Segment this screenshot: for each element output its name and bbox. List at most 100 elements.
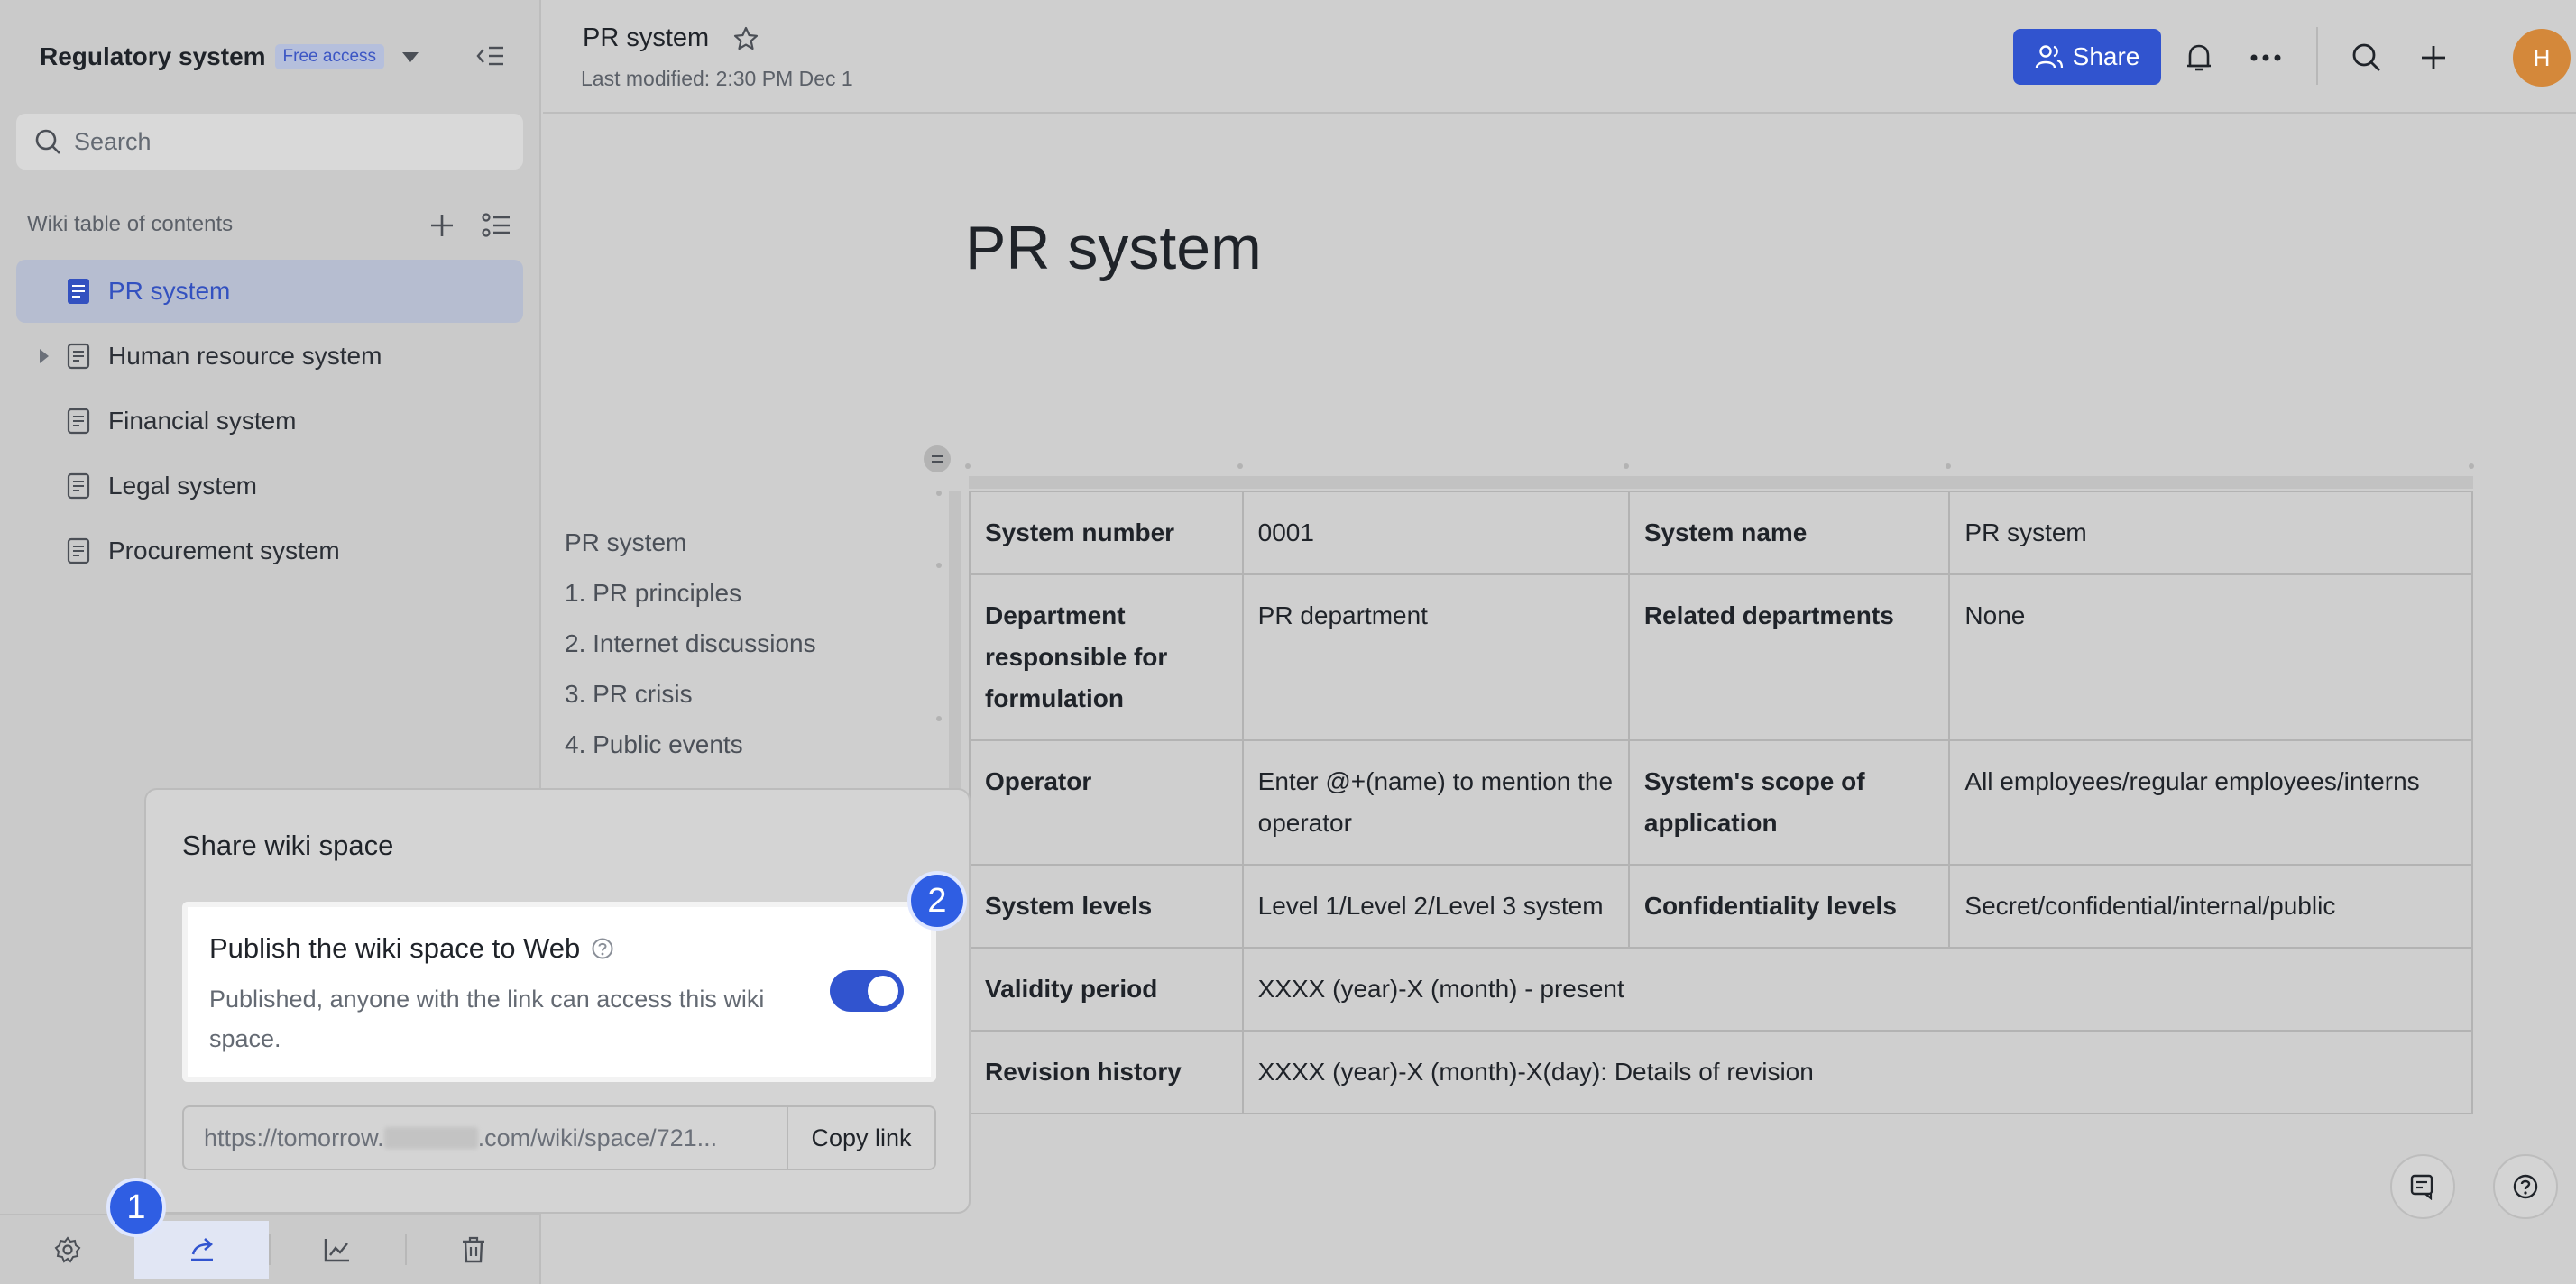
document-outline: PR system 1. PR principles 2. Internet d… [565, 525, 816, 777]
table-cell[interactable]: None [1948, 573, 2473, 741]
table-cell[interactable]: XXXX (year)-X (month) - present [1241, 947, 2474, 1032]
column-insert-dot[interactable] [1946, 463, 1951, 469]
tree-item-human-resource-system[interactable]: Human resource system [16, 325, 523, 388]
expand-arrow-icon[interactable] [40, 349, 49, 363]
column-insert-dot[interactable] [965, 463, 971, 469]
table-row: Department responsible for formulation P… [969, 573, 2473, 741]
add-icon[interactable] [2414, 38, 2453, 78]
publish-title: Publish the wiki space to Web [209, 932, 614, 965]
redacted-blur [383, 1127, 478, 1149]
free-access-badge: Free access [274, 44, 385, 69]
wiki-tree: PR system Human resource system Financia… [16, 260, 523, 584]
star-icon[interactable] [732, 25, 759, 52]
copy-link-button[interactable]: Copy link [787, 1107, 934, 1169]
publish-toggle[interactable] [830, 970, 904, 1012]
table-cell[interactable]: 0001 [1241, 491, 1630, 575]
publish-title-text: Publish the wiki space to Web [209, 932, 581, 964]
row-insert-dot[interactable] [936, 491, 942, 496]
chevron-down-icon[interactable] [402, 51, 419, 62]
table-cell[interactable]: System name [1627, 491, 1951, 575]
divider [2316, 27, 2318, 85]
top-bar: PR system Last modified: 2:30 PM Dec 1 S… [543, 0, 2576, 114]
row-insert-dot[interactable] [936, 716, 942, 721]
column-insert-dot[interactable] [1624, 463, 1629, 469]
table-cell[interactable]: Level 1/Level 2/Level 3 system [1241, 864, 1630, 949]
table-cell[interactable]: Validity period [969, 947, 1244, 1032]
outline-item[interactable]: 1. PR principles [565, 575, 816, 626]
table-cell[interactable]: Related departments [1627, 573, 1951, 741]
doc-icon [67, 537, 90, 564]
column-insert-dot[interactable] [2469, 463, 2474, 469]
search-placeholder: Search [74, 127, 152, 155]
link-prefix: https://tomorrow. [204, 1124, 384, 1151]
analytics-button[interactable] [271, 1221, 405, 1279]
callout-1: 1 [106, 1178, 166, 1237]
table-cell[interactable]: XXXX (year)-X (month)-X(day): Details of… [1241, 1030, 2474, 1114]
table-cell[interactable]: Revision history [969, 1030, 1244, 1114]
toc-title: Wiki table of contents [27, 212, 234, 236]
trash-button[interactable] [407, 1221, 541, 1279]
space-header[interactable]: Regulatory system Free access [40, 34, 419, 79]
search-icon[interactable] [2347, 38, 2387, 78]
column-insert-dot[interactable] [1237, 463, 1243, 469]
page-title: PR system [965, 214, 1262, 282]
column-selector-bar[interactable] [969, 476, 2473, 489]
tree-item-financial-system[interactable]: Financial system [16, 390, 523, 453]
table-cell[interactable]: System's scope of application [1627, 739, 1951, 866]
outline-item[interactable]: PR system [565, 525, 816, 575]
comment-button[interactable] [2390, 1154, 2455, 1219]
space-title[interactable]: Regulatory system [40, 42, 266, 71]
table-cell[interactable]: All employees/regular employees/interns [1948, 739, 2473, 866]
publish-card: Publish the wiki space to Web Published,… [182, 902, 936, 1082]
share-wiki-panel: Share wiki space Publish the wiki space … [144, 788, 971, 1214]
collapse-sidebar-icon[interactable] [473, 40, 509, 72]
table-cell[interactable]: System number [969, 491, 1244, 575]
share-link-field: https://tomorrow. .com/wiki/space/721...… [182, 1105, 936, 1170]
more-icon[interactable] [2246, 38, 2286, 78]
search-input[interactable]: Search [16, 114, 523, 170]
tree-item-pr-system[interactable]: PR system [16, 260, 523, 323]
last-modified: Last modified: 2:30 PM Dec 1 [581, 67, 853, 90]
help-button[interactable] [2493, 1154, 2558, 1219]
table-cell[interactable]: Enter @+(name) to mention the operator [1241, 739, 1630, 866]
doc-title: PR system [583, 23, 759, 53]
help-icon [2513, 1174, 2538, 1199]
settings-icon [54, 1236, 80, 1263]
outline-item[interactable]: 4. Public events [565, 727, 816, 777]
search-icon [35, 129, 60, 154]
toc-list-icon[interactable] [478, 207, 514, 243]
callout-2: 2 [907, 871, 967, 931]
sidebar-bottom-bar [0, 1214, 541, 1284]
table-cell[interactable]: PR department [1241, 573, 1630, 741]
row-insert-dot[interactable] [936, 563, 942, 568]
tree-item-label: PR system [108, 277, 231, 305]
table-cell[interactable]: System levels [969, 864, 1244, 949]
settings-button[interactable] [0, 1221, 134, 1279]
doc-icon [67, 408, 90, 435]
add-page-icon[interactable] [424, 207, 460, 243]
publish-description: Published, anyone with the link can acce… [209, 986, 765, 1052]
table-cell[interactable]: Operator [969, 739, 1244, 866]
tree-item-label: Procurement system [108, 537, 340, 564]
table-row: System levels Level 1/Level 2/Level 3 sy… [969, 864, 2473, 949]
tree-item-legal-system[interactable]: Legal system [16, 454, 523, 518]
bell-icon[interactable] [2179, 38, 2219, 78]
help-icon[interactable] [591, 937, 614, 960]
people-icon [2035, 45, 2063, 69]
comment-icon [2410, 1174, 2433, 1200]
outline-item[interactable]: 2. Internet discussions [565, 626, 816, 676]
avatar[interactable]: H [2513, 29, 2571, 87]
table-cell[interactable]: Confidentiality levels [1627, 864, 1951, 949]
table-handle-icon[interactable] [924, 445, 951, 472]
table-cell[interactable]: Department responsible for formulation [969, 573, 1244, 741]
share-link-text[interactable]: https://tomorrow. .com/wiki/space/721... [184, 1107, 787, 1169]
tree-item-label: Legal system [108, 472, 257, 500]
outline-item[interactable]: 3. PR crisis [565, 676, 816, 727]
table-row: System number 0001 System name PR system [969, 491, 2473, 575]
tree-item-label: Financial system [108, 407, 297, 435]
table-cell[interactable]: Secret/confidential/internal/public [1948, 864, 2473, 949]
chart-icon [325, 1239, 350, 1262]
tree-item-procurement-system[interactable]: Procurement system [16, 519, 523, 582]
share-button[interactable]: Share [2013, 29, 2161, 85]
table-cell[interactable]: PR system [1948, 491, 2473, 575]
